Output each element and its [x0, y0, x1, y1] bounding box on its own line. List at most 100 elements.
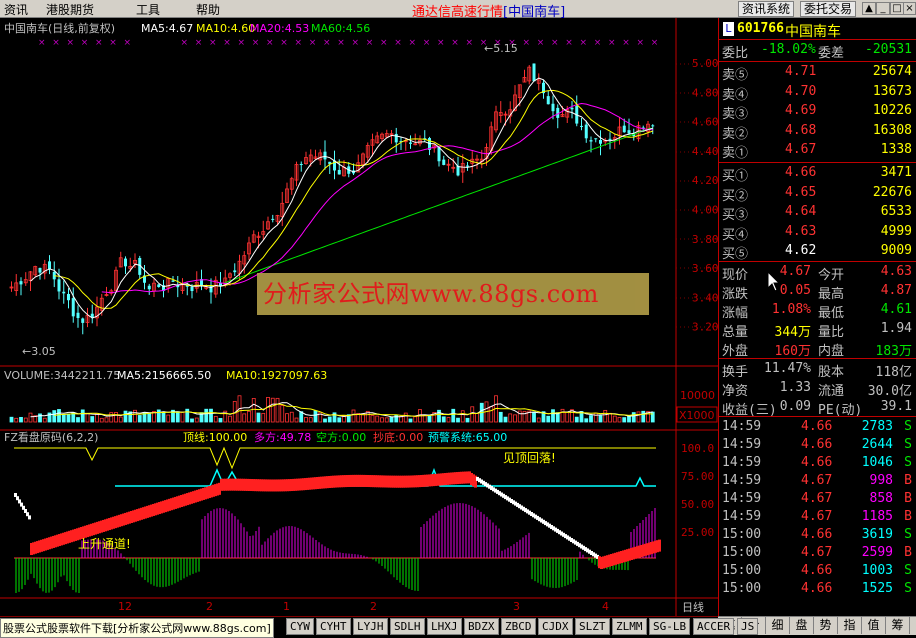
candle-body	[71, 298, 75, 317]
stock-header: L 601766 中国南车	[719, 21, 915, 40]
indicator-template-tab[interactable]: JS	[737, 618, 759, 635]
svg-text:×: ×	[608, 38, 616, 48]
indicator-bull: 多方:49.78	[254, 430, 311, 444]
stat-row: 现价 4.67 今开 4.63	[722, 264, 912, 283]
maximize-icon[interactable]: □	[890, 2, 904, 15]
candle-body	[147, 285, 151, 290]
candle-body	[580, 125, 583, 127]
indicator-warn: 预警系统:65.00	[428, 430, 507, 444]
fundamental-row: 换手 11.47% 股本 118亿	[722, 361, 912, 380]
volume-bar	[456, 417, 460, 423]
svg-text:×: ×	[409, 38, 417, 48]
candle-body	[442, 159, 446, 165]
svg-text:×: ×	[352, 38, 360, 48]
detail-tab[interactable]: 值	[862, 617, 886, 634]
tick-trade-row: 15:00 4.67 2599 B	[722, 545, 912, 560]
price-ytick: 3.60	[692, 262, 718, 275]
volume-bar	[57, 409, 61, 423]
indicator-template-tab[interactable]: LYJH	[353, 618, 388, 635]
indicator-template-tab[interactable]: SG-LB	[649, 618, 691, 635]
indicator-template-tab[interactable]: SLZT	[575, 618, 610, 635]
detail-tab[interactable]: 势	[814, 617, 838, 634]
fundamental-row: 收益(三) 0.09 PE(动) 39.1	[722, 399, 912, 418]
volume-bar	[498, 411, 503, 423]
stock-name: 中国南车	[785, 24, 841, 40]
detail-tab[interactable]: 细	[766, 617, 790, 634]
minimize-icon[interactable]: _	[876, 2, 890, 15]
svg-text:×: ×	[622, 38, 630, 48]
svg-text:×: ×	[238, 38, 246, 48]
candle-body	[651, 125, 655, 127]
tick-trade-row: 14:59 4.67 858 B	[722, 491, 912, 506]
volume-bar	[204, 408, 209, 423]
svg-text:1: 1	[283, 600, 290, 613]
indicator-template-tab[interactable]: CYHT	[316, 618, 351, 635]
ma60-label: MA60:4.56	[311, 22, 370, 35]
candle-body	[599, 139, 602, 144]
detail-tab[interactable]: 盘	[790, 617, 814, 634]
stat-row: 总量 344万 量比 1.94	[722, 321, 912, 340]
volume-bar	[589, 415, 593, 423]
label-up-channel: 上升通道!	[78, 537, 131, 551]
volume-bar	[622, 417, 627, 423]
menu-info[interactable]: 资讯	[4, 1, 28, 18]
svg-text:×: ×	[295, 38, 303, 48]
indicator-template-tab[interactable]: ZBCD	[501, 618, 536, 635]
volume-ytick: 10000	[680, 389, 715, 402]
svg-text:×: ×	[380, 38, 388, 48]
indicator-bear: 空方:0.00	[316, 430, 366, 444]
svg-text:×: ×	[124, 38, 132, 48]
tick-trade-row: 14:59 4.66 2644 S	[722, 437, 912, 452]
svg-text:×: ×	[81, 38, 89, 48]
indicator-template-tab[interactable]: ACCER	[693, 618, 735, 635]
svg-text:×: ×	[323, 38, 331, 48]
sell-level-row: 卖① 4.67 1338	[722, 142, 912, 162]
svg-text:3: 3	[513, 600, 520, 613]
price-ytick: 4.20	[692, 174, 718, 187]
sell-level-row: 卖② 4.68 16308	[722, 122, 912, 142]
indicator-template-tab[interactable]: SDLH	[390, 618, 425, 635]
volume-bar	[551, 409, 555, 423]
indicator-template-tab[interactable]: LHXJ	[427, 618, 462, 635]
volume-bar	[52, 410, 57, 423]
candle-body	[532, 63, 536, 82]
menu-tools[interactable]: 工具	[136, 1, 160, 18]
svg-text:4: 4	[602, 600, 609, 613]
volume-bar	[337, 417, 342, 423]
menu-help[interactable]: 帮助	[196, 1, 220, 18]
svg-text:×: ×	[223, 38, 231, 48]
volume-bar	[156, 409, 161, 423]
period-label: 日线	[682, 600, 704, 614]
indicator-template-tab[interactable]: CYW	[286, 618, 314, 635]
kline-chart[interactable]: 5.00 4.80 4.60 4.40 4.20 4.00 3.80 3.60 3.40 3.20…	[0, 18, 718, 618]
volume-title: VOLUME:3442211.75	[4, 369, 120, 382]
svg-text:×: ×	[523, 38, 531, 48]
ma5-label: MA5:4.67	[141, 22, 193, 35]
price-ytick: 3.80	[692, 233, 718, 246]
trade-button[interactable]: 委托交易	[800, 1, 857, 17]
volume-ma10: MA10:1927097.63	[226, 369, 327, 382]
svg-text:×: ×	[537, 38, 545, 48]
ad-text[interactable]: 股票公式股票软件下载[分析家公式网www.88gs.com]	[0, 618, 274, 638]
close-icon[interactable]: ×	[903, 2, 916, 15]
volume-bar	[408, 418, 413, 423]
indicator-template-tab[interactable]: BDZX	[464, 618, 499, 635]
up-arrow-icon[interactable]: ▲	[862, 2, 876, 15]
volume-bar	[218, 418, 223, 423]
info-system-button[interactable]: 资讯系统	[738, 1, 795, 17]
indicator-template-tab[interactable]: ZLMM	[612, 618, 647, 635]
svg-text:×: ×	[565, 38, 573, 48]
volume-bar	[256, 412, 261, 423]
menu-hk-futures[interactable]: 港股期货	[46, 1, 94, 18]
indicator-template-tab[interactable]: CJDX	[538, 618, 573, 635]
candle-body	[466, 165, 469, 167]
candle-body	[171, 280, 175, 282]
detail-tab[interactable]: 指	[838, 617, 862, 634]
price-ytick: 4.60	[692, 116, 718, 129]
indicator-top: 顶线:100.00	[183, 430, 247, 444]
candle-body	[190, 286, 194, 292]
volume-bar	[441, 416, 446, 423]
volume-bar	[175, 411, 180, 423]
detail-tab[interactable]: 筹	[886, 617, 910, 634]
volume-bar	[19, 416, 23, 423]
